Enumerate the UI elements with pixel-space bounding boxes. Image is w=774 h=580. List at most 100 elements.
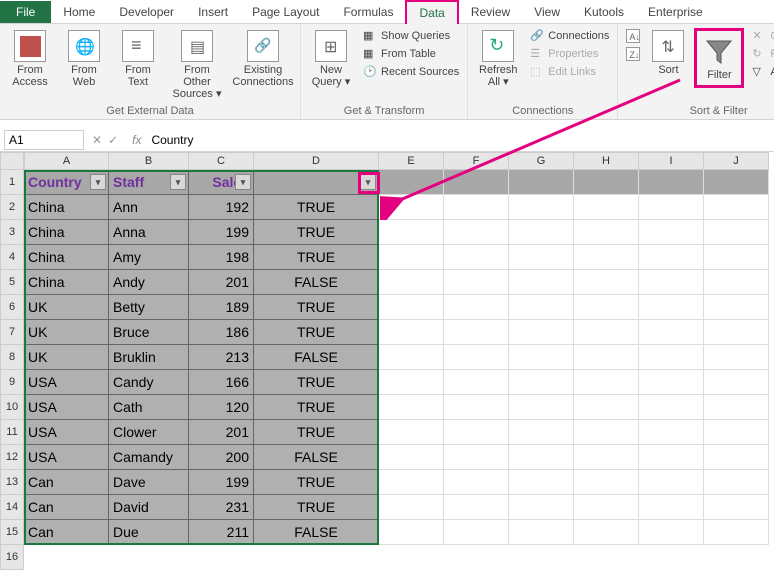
row-header[interactable]: 5 bbox=[0, 270, 24, 295]
cell-empty[interactable] bbox=[574, 345, 639, 370]
cell-empty[interactable] bbox=[639, 420, 704, 445]
cell[interactable]: 186 bbox=[189, 320, 254, 345]
cell-empty[interactable] bbox=[444, 320, 509, 345]
filter-dropdown-button[interactable] bbox=[170, 174, 186, 190]
from-table-button[interactable]: ▦From Table bbox=[361, 46, 461, 62]
cell-empty[interactable] bbox=[639, 245, 704, 270]
cell-empty[interactable] bbox=[574, 420, 639, 445]
cell[interactable]: Betty bbox=[109, 295, 189, 320]
select-all-corner[interactable] bbox=[0, 152, 24, 170]
cell-empty[interactable] bbox=[379, 470, 444, 495]
cell[interactable]: Bruce bbox=[109, 320, 189, 345]
cell-empty[interactable] bbox=[704, 345, 769, 370]
tab-page-layout[interactable]: Page Layout bbox=[240, 1, 331, 23]
row-header[interactable]: 12 bbox=[0, 445, 24, 470]
filter-dropdown-button[interactable] bbox=[235, 174, 251, 190]
connections-button[interactable]: 🔗Connections bbox=[528, 28, 611, 44]
row-header[interactable]: 13 bbox=[0, 470, 24, 495]
cell-empty[interactable] bbox=[704, 295, 769, 320]
cell[interactable]: USA bbox=[24, 395, 109, 420]
tab-view[interactable]: View bbox=[522, 1, 572, 23]
show-queries-button[interactable]: ▦Show Queries bbox=[361, 28, 461, 44]
cell-empty[interactable] bbox=[574, 470, 639, 495]
cell-empty[interactable] bbox=[379, 195, 444, 220]
cell-empty[interactable] bbox=[444, 420, 509, 445]
cell-empty[interactable] bbox=[704, 195, 769, 220]
tab-file[interactable]: File bbox=[0, 1, 51, 23]
cell[interactable]: China bbox=[24, 195, 109, 220]
cell-empty[interactable] bbox=[509, 420, 574, 445]
cell[interactable]: Anna bbox=[109, 220, 189, 245]
col-header-h[interactable]: H bbox=[574, 152, 639, 170]
cell-empty[interactable] bbox=[639, 295, 704, 320]
cell-empty[interactable] bbox=[379, 295, 444, 320]
row-header[interactable]: 14 bbox=[0, 495, 24, 520]
cell-empty[interactable] bbox=[574, 320, 639, 345]
row-header[interactable]: 3 bbox=[0, 220, 24, 245]
cell[interactable]: TRUE bbox=[254, 320, 379, 345]
cell[interactable]: Sales bbox=[189, 170, 254, 195]
cell[interactable]: Can bbox=[24, 470, 109, 495]
cell-empty[interactable] bbox=[574, 395, 639, 420]
cell-empty[interactable] bbox=[704, 395, 769, 420]
cell-empty[interactable] bbox=[639, 520, 704, 545]
cell[interactable]: TRUE bbox=[254, 395, 379, 420]
sort-desc-button[interactable] bbox=[624, 46, 642, 62]
cell-empty[interactable] bbox=[704, 520, 769, 545]
col-header-a[interactable]: A bbox=[24, 152, 109, 170]
existing-connections-button[interactable]: Existing Connections bbox=[232, 28, 294, 90]
cell-empty[interactable] bbox=[509, 370, 574, 395]
formula-input[interactable] bbox=[147, 131, 774, 149]
cell[interactable]: China bbox=[24, 245, 109, 270]
cell-empty[interactable] bbox=[704, 220, 769, 245]
cell-empty[interactable] bbox=[379, 220, 444, 245]
cell[interactable]: Bruklin bbox=[109, 345, 189, 370]
cell[interactable]: Candy bbox=[109, 370, 189, 395]
cell-empty[interactable] bbox=[509, 220, 574, 245]
cell[interactable]: TRUE bbox=[254, 195, 379, 220]
cell[interactable]: FALSE bbox=[254, 270, 379, 295]
cell-empty[interactable] bbox=[704, 270, 769, 295]
col-header-i[interactable]: I bbox=[639, 152, 704, 170]
cell[interactable]: 213 bbox=[189, 345, 254, 370]
cell[interactable]: Staff bbox=[109, 170, 189, 195]
cell[interactable]: David bbox=[109, 495, 189, 520]
cell[interactable]: Can bbox=[24, 495, 109, 520]
from-access-button[interactable]: From Access bbox=[6, 28, 54, 90]
cell-empty[interactable] bbox=[639, 445, 704, 470]
cell-empty[interactable] bbox=[574, 195, 639, 220]
advanced-button[interactable]: ▽Advanc bbox=[750, 64, 774, 80]
cell[interactable]: FALSE bbox=[254, 345, 379, 370]
cell[interactable]: 201 bbox=[189, 420, 254, 445]
row-header[interactable]: 15 bbox=[0, 520, 24, 545]
cell[interactable]: 166 bbox=[189, 370, 254, 395]
cell-empty[interactable] bbox=[444, 220, 509, 245]
cell-empty[interactable] bbox=[444, 345, 509, 370]
row-header[interactable]: 7 bbox=[0, 320, 24, 345]
cell-empty[interactable] bbox=[379, 270, 444, 295]
cell[interactable]: 120 bbox=[189, 395, 254, 420]
cell-empty[interactable] bbox=[704, 245, 769, 270]
cell-empty[interactable] bbox=[639, 195, 704, 220]
filter-button[interactable]: Filter bbox=[699, 33, 739, 83]
cell-empty[interactable] bbox=[509, 195, 574, 220]
recent-sources-button[interactable]: 🕑Recent Sources bbox=[361, 64, 461, 80]
cell[interactable]: UK bbox=[24, 320, 109, 345]
cell-empty[interactable] bbox=[639, 345, 704, 370]
refresh-all-button[interactable]: Refresh All ▾ bbox=[474, 28, 522, 90]
cell[interactable]: TRUE bbox=[254, 220, 379, 245]
row-header[interactable]: 11 bbox=[0, 420, 24, 445]
col-header-g[interactable]: G bbox=[509, 152, 574, 170]
cell[interactable]: USA bbox=[24, 420, 109, 445]
cell-empty[interactable] bbox=[444, 245, 509, 270]
cell-empty[interactable] bbox=[444, 270, 509, 295]
cell[interactable]: TRUE bbox=[254, 470, 379, 495]
cell-empty[interactable] bbox=[574, 495, 639, 520]
cell-empty[interactable] bbox=[509, 395, 574, 420]
cell[interactable]: 199 bbox=[189, 470, 254, 495]
cell-empty[interactable] bbox=[379, 245, 444, 270]
cell-empty[interactable] bbox=[444, 445, 509, 470]
cell[interactable]: Clower bbox=[109, 420, 189, 445]
cell-empty[interactable] bbox=[509, 245, 574, 270]
row-header[interactable]: 6 bbox=[0, 295, 24, 320]
